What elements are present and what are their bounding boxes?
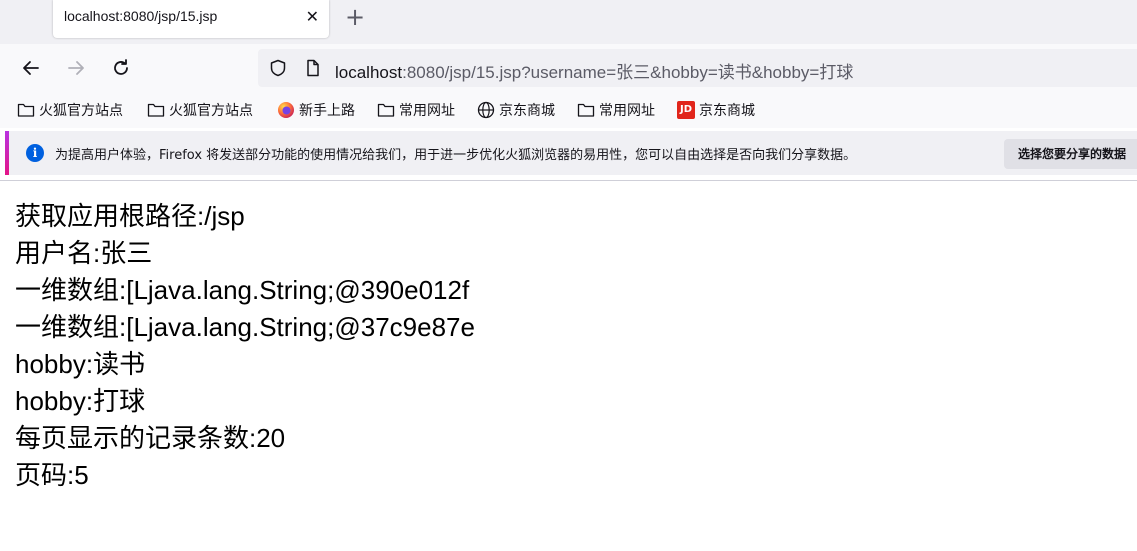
content-line: 用户名:张三 <box>15 238 153 268</box>
bookmark-label: 常用网址 <box>599 103 655 119</box>
back-button[interactable] <box>19 56 43 80</box>
reload-button[interactable] <box>109 56 133 80</box>
page-content: 获取应用根路径:/jsp 用户名:张三 一维数组:[Ljava.lang.Str… <box>15 198 475 494</box>
folder-icon <box>17 101 35 119</box>
folder-icon <box>577 101 595 119</box>
bookmark-item[interactable]: 常用网址 <box>377 100 455 120</box>
notification-text: 为提高用户体验，Firefox 将发送部分功能的使用情况给我们，用于进一步优化火… <box>55 148 857 163</box>
content-line: hobby:打球 <box>15 386 146 416</box>
content-line: 一维数组:[Ljava.lang.String;@37c9e87e <box>15 312 475 342</box>
bookmark-item[interactable]: 火狐官方站点 <box>17 100 123 120</box>
url-text[interactable]: localhost:8080/jsp/15.jsp?username=张三&ho… <box>335 58 853 83</box>
content-line: 页码:5 <box>15 460 89 490</box>
bookmarks-toolbar: 火狐官方站点 火狐官方站点 新手上路 常用网址 京东商城 常用网址 JD 京东商… <box>0 92 1137 128</box>
page-icon[interactable] <box>304 59 322 77</box>
shield-icon[interactable] <box>269 59 287 77</box>
globe-icon <box>477 101 495 119</box>
bookmark-item[interactable]: JD 京东商城 <box>677 100 755 120</box>
tab-strip: localhost:8080/jsp/15.jsp ✕ + <box>0 0 1137 44</box>
url-host: localhost <box>335 63 403 82</box>
content-line: hobby:读书 <box>15 349 146 379</box>
bookmark-label: 火狐官方站点 <box>39 103 123 119</box>
close-tab-icon[interactable]: ✕ <box>306 8 319 26</box>
bookmark-label: 新手上路 <box>299 103 355 119</box>
tab-active[interactable]: localhost:8080/jsp/15.jsp ✕ <box>53 0 329 38</box>
choose-data-button[interactable]: 选择您要分享的数据 <box>1004 139 1137 169</box>
navigation-bar: localhost:8080/jsp/15.jsp?username=张三&ho… <box>0 44 1137 92</box>
folder-icon <box>147 101 165 119</box>
content-line: 每页显示的记录条数:20 <box>15 423 286 453</box>
back-arrow-icon <box>23 61 39 75</box>
jd-logo-icon: JD <box>677 101 695 119</box>
bookmark-label: 常用网址 <box>399 103 455 119</box>
toolbar-divider <box>0 180 1137 181</box>
notification-accent-stripe <box>5 131 9 175</box>
tab-title: localhost:8080/jsp/15.jsp <box>64 8 218 24</box>
bookmark-item[interactable]: 火狐官方站点 <box>147 100 253 120</box>
content-line: 一维数组:[Ljava.lang.String;@390e012f <box>15 275 470 305</box>
url-path: :8080/jsp/15.jsp?username=张三&hobby=读书&ho… <box>402 63 854 82</box>
forward-arrow-icon <box>68 61 84 75</box>
firefox-icon <box>277 101 295 119</box>
forward-button[interactable] <box>64 56 88 80</box>
bookmark-label: 火狐官方站点 <box>169 103 253 119</box>
info-icon: i <box>26 144 44 162</box>
bookmark-label: 京东商城 <box>699 103 755 119</box>
bookmark-item[interactable]: 京东商城 <box>477 100 555 120</box>
content-line: 获取应用根路径:/jsp <box>15 201 245 231</box>
bookmark-item[interactable]: 常用网址 <box>577 100 655 120</box>
reload-icon <box>114 59 128 75</box>
notification-bar: i 为提高用户体验，Firefox 将发送部分功能的使用情况给我们，用于进一步优… <box>5 131 1137 175</box>
new-tab-button[interactable]: + <box>345 3 365 31</box>
bookmark-label: 京东商城 <box>499 103 555 119</box>
bookmark-item[interactable]: 新手上路 <box>277 100 355 120</box>
folder-icon <box>377 101 395 119</box>
url-bar[interactable]: localhost:8080/jsp/15.jsp?username=张三&ho… <box>258 49 1137 87</box>
